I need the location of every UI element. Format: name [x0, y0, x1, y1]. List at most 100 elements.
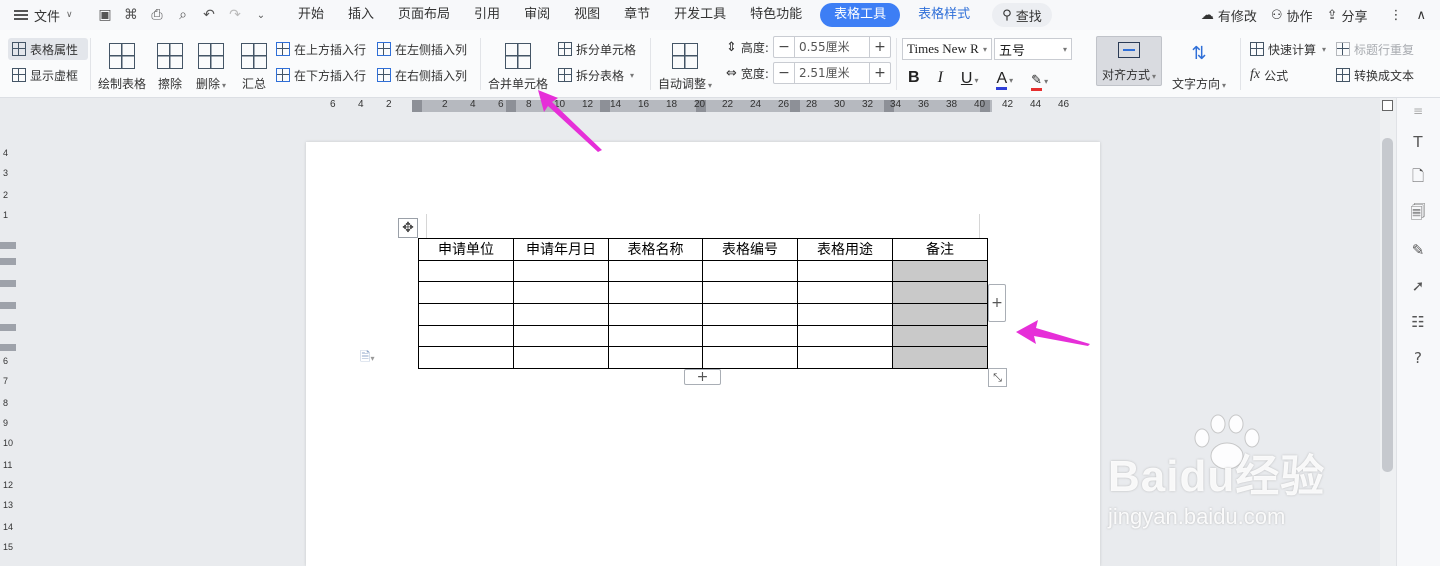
save-icon[interactable]: ▣ — [94, 4, 116, 26]
repeat-header-button[interactable]: 标题行重复 — [1336, 38, 1426, 60]
table-cell[interactable] — [418, 259, 514, 283]
width-input[interactable]: 2.51厘米 — [793, 63, 870, 83]
table-header-cell[interactable]: 备注 — [892, 238, 988, 261]
insert-right-button[interactable]: 在右侧插入列 — [377, 64, 477, 86]
table-cell[interactable] — [702, 259, 798, 283]
table-cell[interactable] — [702, 346, 798, 370]
table-cell[interactable] — [608, 346, 703, 370]
ruler-column-marker[interactable] — [790, 100, 800, 112]
height-decrease-button[interactable]: − — [774, 39, 794, 55]
table-cell[interactable] — [608, 259, 703, 283]
draw-table-button[interactable]: 绘制表格 — [98, 34, 146, 94]
table-header-cell[interactable]: 表格编号 — [702, 238, 798, 261]
italic-button[interactable]: I — [938, 69, 943, 87]
horizontal-ruler[interactable]: 6 4 2 2 4 6 8 10 12 14 16 18 20 22 24 26 28 30 32 34 36 38 40 4… — [0, 98, 1380, 114]
print-icon[interactable]: ⎙ — [146, 4, 168, 26]
table-cell[interactable] — [608, 303, 703, 326]
table-cell[interactable] — [418, 324, 514, 348]
erase-button[interactable]: 擦除 — [157, 34, 183, 94]
table-cell[interactable] — [513, 281, 609, 305]
selected-table-cell[interactable] — [892, 259, 988, 283]
formula-button[interactable]: fx 公式 — [1250, 64, 1334, 86]
paragraph-options-icon[interactable]: 🗎▾ — [360, 348, 374, 370]
format-painter-icon[interactable]: ⌘ — [120, 4, 142, 26]
table-cell[interactable] — [608, 324, 703, 348]
tab-table-tools[interactable]: 表格工具 — [820, 3, 901, 27]
table-cell[interactable] — [702, 281, 798, 305]
share-button[interactable]: ⇪ 分享 — [1327, 6, 1368, 25]
table-cell[interactable] — [797, 281, 893, 305]
width-increase-button[interactable]: + — [870, 65, 890, 81]
split-cells-button[interactable]: 拆分单元格 — [558, 38, 648, 60]
table-header-cell[interactable]: 表格名称 — [608, 238, 703, 261]
selected-table-cell[interactable] — [892, 303, 988, 326]
underline-button[interactable]: U ▾ — [961, 68, 979, 88]
font-size-select[interactable]: 五号 ▾ — [994, 38, 1072, 60]
tab-start[interactable]: 开始 — [286, 3, 336, 27]
table-cell[interactable] — [513, 346, 609, 370]
add-row-button[interactable]: + — [684, 369, 721, 385]
tab-references[interactable]: 引用 — [462, 3, 512, 27]
convert-to-text-button[interactable]: 转换成文本 — [1336, 64, 1426, 86]
table-cell[interactable] — [418, 303, 514, 326]
selected-table-cell[interactable] — [892, 324, 988, 348]
table-cell[interactable] — [797, 324, 893, 348]
table-cell[interactable] — [702, 324, 798, 348]
height-stepper[interactable]: − 0.55厘米 + — [772, 36, 891, 58]
table-cell[interactable] — [702, 303, 798, 326]
redo-icon[interactable]: ↷ — [224, 4, 246, 26]
help-icon[interactable]: ? — [1409, 349, 1427, 367]
customize-toolbar-icon[interactable]: ⌄ — [250, 4, 272, 26]
show-gridlines-button[interactable]: 显示虚框 — [8, 64, 88, 86]
vertical-ruler[interactable]: 4 3 2 1 6 7 8 9 10 11 12 13 14 15 — [0, 114, 16, 566]
tab-review[interactable]: 审阅 — [512, 3, 562, 27]
modified-button[interactable]: ☁ 有修改 — [1201, 6, 1257, 25]
font-color-button[interactable]: A ▾ — [996, 68, 1013, 90]
ruler-column-marker[interactable] — [412, 100, 422, 112]
width-stepper[interactable]: − 2.51厘米 + — [772, 62, 891, 84]
table-move-handle[interactable]: ✥ — [398, 218, 418, 238]
document-icon[interactable]: 🗋 — [1409, 167, 1427, 187]
table-cell[interactable] — [418, 346, 514, 370]
table-cell[interactable] — [797, 346, 893, 370]
cursor-icon[interactable]: ➚ — [1409, 277, 1427, 295]
print-preview-icon[interactable]: ⌕ — [172, 4, 194, 26]
more-options-icon[interactable]: ⋮ — [1389, 8, 1402, 23]
table-cell[interactable] — [608, 281, 703, 305]
align-button[interactable]: 对齐方式 ▾ — [1096, 36, 1162, 96]
selected-table-cell[interactable] — [892, 281, 988, 305]
table-properties-button[interactable]: 表格属性 — [8, 38, 88, 60]
quick-calc-button[interactable]: 快速计算 ▾ — [1250, 38, 1334, 60]
split-view-icon[interactable] — [1382, 100, 1393, 111]
split-table-button[interactable]: 拆分表格 ▾ — [558, 64, 648, 86]
text-style-icon[interactable]: T — [1409, 133, 1427, 151]
auto-fit-button[interactable]: 自动调整 ▾ — [658, 34, 712, 94]
text-direction-button[interactable]: ⇅ 文字方向 ▾ — [1172, 34, 1226, 94]
tab-insert[interactable]: 插入 — [336, 3, 386, 27]
table-header-cell[interactable]: 申请年月日 — [513, 238, 609, 261]
table-header-cell[interactable]: 申请单位 — [418, 238, 514, 261]
table-cell[interactable] — [418, 281, 514, 305]
table-cell[interactable] — [797, 259, 893, 283]
ruler-column-marker[interactable] — [506, 100, 516, 112]
table-cell[interactable] — [797, 303, 893, 326]
tab-special-features[interactable]: 特色功能 — [738, 3, 814, 27]
search-button[interactable]: ⚲ 查找 — [992, 3, 1052, 27]
bold-button[interactable]: B — [908, 69, 920, 87]
merge-cells-button[interactable]: 合并单元格 — [488, 34, 548, 94]
table-cell[interactable] — [513, 303, 609, 326]
insert-above-button[interactable]: 在上方插入行 — [276, 38, 376, 60]
selected-table-cell[interactable] — [892, 346, 988, 370]
height-input[interactable]: 0.55厘米 — [793, 37, 870, 57]
pen-icon[interactable]: ✎ — [1409, 241, 1427, 259]
delete-button[interactable]: 删除 ▾ — [196, 34, 226, 94]
add-column-button[interactable]: + — [988, 284, 1006, 322]
collab-button[interactable]: ⚇ 协作 — [1271, 6, 1313, 25]
file-menu-button[interactable]: 文件 ∨ — [0, 6, 88, 25]
sliders-icon[interactable]: ☷ — [1409, 313, 1427, 331]
document-table[interactable]: 申请单位 申请年月日 表格名称 表格编号 表格用途 备注 — [418, 238, 988, 370]
undo-icon[interactable]: ↶ — [198, 4, 220, 26]
tab-developer[interactable]: 开发工具 — [662, 3, 738, 27]
table-resize-handle[interactable]: ⤡ — [988, 368, 1007, 387]
table-cell[interactable] — [513, 324, 609, 348]
